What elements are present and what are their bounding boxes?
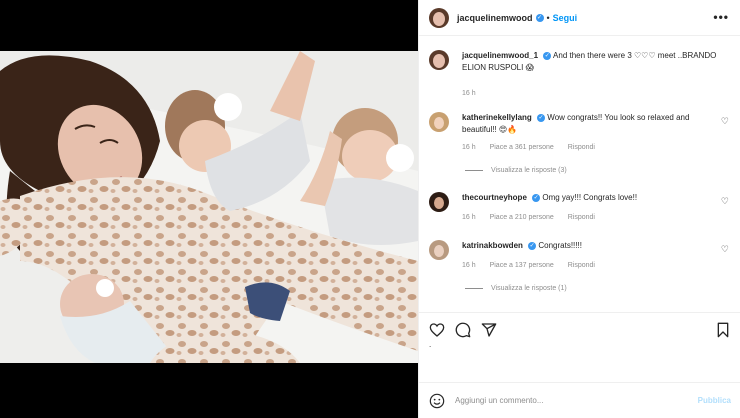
comment-item: thecourtneyhope ✓ Omg yay!!! Congrats lo…: [429, 192, 729, 232]
post-header: jacquelinemwood ✓ • Segui •••: [419, 0, 740, 36]
comment-reply-button[interactable]: Rispondi: [568, 214, 595, 221]
separator-dot: •: [546, 12, 550, 23]
likes-summary: .: [429, 340, 432, 349]
comment-item: katrinakbowden ✓ Congrats!!!!! ♡ 16 h Pi…: [429, 240, 729, 280]
verified-badge-icon: ✓: [537, 113, 546, 122]
caption-meta: 16 h: [462, 90, 488, 97]
comment-time: 16 h: [462, 262, 476, 269]
comment-input[interactable]: [455, 396, 698, 405]
publish-button[interactable]: Pubblica: [698, 396, 731, 405]
bookmark-icon[interactable]: [715, 322, 731, 338]
comment-username[interactable]: katherinekellylang: [462, 113, 532, 122]
follow-button[interactable]: Segui: [553, 13, 578, 23]
comment-composer: Pubblica: [419, 382, 740, 418]
comment-meta: 16 h Piace a 210 persone Rispondi: [462, 214, 607, 221]
comment-username[interactable]: thecourtneyhope: [462, 193, 527, 202]
comment-meta: 16 h Piace a 137 persone Rispondi: [462, 262, 607, 269]
comment-likes-count[interactable]: Piace a 210 persone: [490, 214, 554, 221]
caption-time: 16 h: [462, 90, 476, 97]
comment-body: katrinakbowden ✓ Congrats!!!!!: [462, 240, 722, 252]
post-side-panel: jacquelinemwood ✓ • Segui ••• jacqueline…: [418, 0, 740, 418]
comment-body: katherinekellylang ✓ Wow congrats!! You …: [462, 112, 722, 136]
verified-badge-icon: ✓: [535, 13, 544, 22]
more-options-icon[interactable]: •••: [713, 10, 729, 24]
post-photo: [0, 51, 418, 363]
comment-like-icon[interactable]: ♡: [721, 196, 729, 207]
comment-text: Omg yay!!! Congrats love!!: [542, 193, 638, 202]
caption-avatar[interactable]: [429, 50, 449, 70]
emoji-icon[interactable]: [429, 393, 445, 409]
post-actions-bar: [419, 312, 740, 348]
comment-body: thecourtneyhope ✓ Omg yay!!! Congrats lo…: [462, 192, 722, 204]
view-replies-label: Visualizza le risposte (1): [491, 285, 567, 292]
view-replies-button[interactable]: Visualizza le risposte (3): [465, 167, 567, 174]
share-icon[interactable]: [481, 322, 497, 338]
comment-time: 16 h: [462, 214, 476, 221]
comment-likes-count[interactable]: Piace a 137 persone: [490, 262, 554, 269]
author-avatar[interactable]: [429, 7, 449, 28]
heart-icon[interactable]: [429, 322, 445, 338]
comment-reply-button[interactable]: Rispondi: [568, 262, 595, 269]
post-media: [0, 0, 418, 418]
view-replies-label: Visualizza le risposte (3): [491, 167, 567, 174]
replies-divider: [465, 287, 483, 289]
commenter-avatar[interactable]: [429, 192, 449, 212]
view-replies-button[interactable]: Visualizza le risposte (1): [465, 285, 567, 292]
comment-time: 16 h: [462, 144, 476, 151]
comment-username[interactable]: katrinakbowden: [462, 241, 523, 250]
caption: jacquelinemwood_1 ✓ And then there were …: [429, 50, 729, 100]
comment-reply-button[interactable]: Rispondi: [568, 144, 595, 151]
comment-likes-count[interactable]: Piace a 361 persone: [490, 144, 554, 151]
caption-username[interactable]: jacquelinemwood_1: [462, 51, 538, 60]
comment-like-icon[interactable]: ♡: [721, 116, 729, 127]
commenter-avatar[interactable]: [429, 240, 449, 260]
author-username[interactable]: jacquelinemwood: [457, 13, 533, 23]
replies-divider: [465, 169, 483, 171]
comment-meta: 16 h Piace a 361 persone Rispondi: [462, 144, 607, 151]
commenter-avatar[interactable]: [429, 112, 449, 132]
comment-like-icon[interactable]: ♡: [721, 244, 729, 255]
comment-text: Congrats!!!!!: [538, 241, 582, 250]
verified-badge-icon: ✓: [543, 51, 552, 60]
verified-badge-icon: ✓: [532, 193, 541, 202]
caption-body: jacquelinemwood_1 ✓ And then there were …: [462, 50, 722, 74]
comment-icon[interactable]: [455, 322, 471, 338]
verified-badge-icon: ✓: [528, 241, 537, 250]
